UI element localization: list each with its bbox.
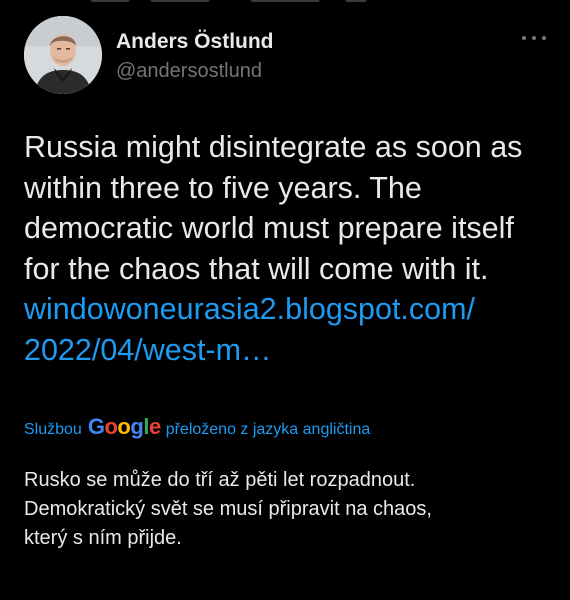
tweet-text-line: Russia might disintegrate as soon as [24, 130, 523, 164]
tweet-text-line: within three to five years. The [24, 170, 422, 205]
google-logo: Google [87, 414, 161, 439]
translation-prefix: Službou [24, 421, 82, 438]
translated-text-line: Rusko se může do tří až pěti let rozpadn… [24, 469, 416, 491]
tweet-text-line: democratic world must prepare itself [24, 211, 514, 245]
translation-suffix: přeloženo z jazyka angličtina [165, 421, 371, 438]
author-handle[interactable]: @andersostlund [116, 60, 262, 83]
translated-text: Rusko se může do tří až pěti let rozpadn… [24, 466, 554, 553]
avatar-photo [24, 16, 102, 94]
translated-text-line: který s ním přijde. [24, 527, 182, 549]
tweet-text: Russia might disintegrate as soon as wit… [24, 127, 554, 370]
translation-attribution[interactable]: Službou Google přeloženo z jazyka anglič… [24, 414, 370, 440]
tweet-link[interactable]: 2022/04/west-m… [24, 330, 554, 371]
tweet-link-line: windowoneurasia2.blogspot.com/ [24, 292, 475, 326]
previous-tweet-cutoff [0, 0, 570, 6]
tweet-link-line: 2022/04/west-m… [24, 332, 272, 367]
tweet-text-line: for the chaos that will come with it. [24, 251, 489, 286]
translated-text-line: Demokratický svět se musí připravit na c… [24, 498, 432, 520]
tweet-link[interactable]: windowoneurasia2.blogspot.com/ [24, 289, 554, 330]
avatar[interactable] [24, 16, 102, 94]
tweet-header: Anders Östlund @andersostlund [24, 16, 546, 96]
author-name[interactable]: Anders Östlund [116, 30, 274, 54]
more-horizontal-icon[interactable] [522, 30, 546, 46]
